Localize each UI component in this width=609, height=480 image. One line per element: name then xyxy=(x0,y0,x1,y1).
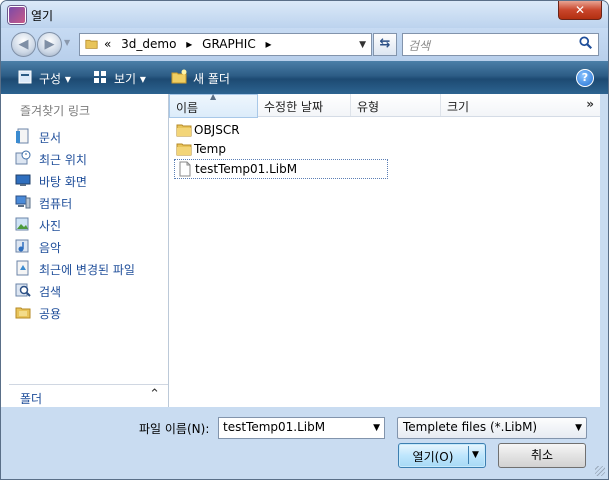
title-bar: 열기 ✕ xyxy=(1,1,608,28)
sidebar-item-recently-changed[interactable]: 최근에 변경된 파일 xyxy=(15,259,165,277)
chevron-up-icon: ⌃ xyxy=(149,387,160,402)
search-input[interactable]: 검색 xyxy=(402,33,599,56)
dialog-footer: 파일 이름(N): testTemp01.LibM ▼ Templete fil… xyxy=(1,407,608,479)
sidebar-item-label: 바탕 화면 xyxy=(39,175,87,189)
chevron-down-icon: ▼ xyxy=(575,423,582,433)
desktop-icon xyxy=(15,174,31,186)
search-placeholder: 검색 xyxy=(408,39,431,53)
sidebar-item-recent-places[interactable]: 최근 위치 xyxy=(15,149,165,167)
sidebar-item-label: 공용 xyxy=(39,307,62,321)
filename-label: 파일 이름(N): xyxy=(139,422,210,436)
sidebar-item-computer[interactable]: 컴퓨터 xyxy=(15,193,165,211)
cancel-button[interactable]: 취소 xyxy=(498,443,586,468)
address-input[interactable]: « 3d_demo ▸ GRAPHIC ▸ ▼ xyxy=(79,33,372,56)
breadcrumb-separator-icon[interactable]: ▸ xyxy=(186,37,192,51)
file-type-select[interactable]: Templete files (*.LibM) ▼ xyxy=(397,417,587,439)
more-columns-icon[interactable]: » xyxy=(586,97,594,111)
computer-icon xyxy=(15,195,31,209)
breadcrumb-overflow[interactable]: « xyxy=(104,37,111,51)
folders-label: 폴더 xyxy=(20,392,43,406)
file-row-objscr[interactable]: OBJSCR xyxy=(174,121,386,139)
open-dialog: 열기 ✕ ◀ ▶ ▼ « 3d_demo ▸ GRAPHIC ▸ ▼ ⇆ 검색 … xyxy=(0,0,609,480)
open-options-dropdown-icon[interactable]: ▼ xyxy=(472,450,479,460)
breadcrumb-3d-demo[interactable]: 3d_demo xyxy=(121,37,176,51)
command-bar: 구성 ▾ 보기 ▾ 새 폴더 ? xyxy=(1,61,608,94)
help-button[interactable]: ? xyxy=(576,69,594,87)
sidebar-item-searches[interactable]: 검색 xyxy=(15,281,165,299)
sidebar-item-documents[interactable]: 문서 xyxy=(15,127,165,145)
sidebar-item-label: 검색 xyxy=(39,285,62,299)
folder-icon xyxy=(176,124,192,137)
folders-toggle[interactable]: 폴더 ⌃ xyxy=(9,384,168,407)
forward-button[interactable]: ▶ xyxy=(37,32,62,57)
organize-button[interactable]: 구성 ▾ xyxy=(39,70,71,87)
file-name: Temp xyxy=(194,142,226,156)
sidebar-item-music[interactable]: 음악 xyxy=(15,237,165,255)
file-type-value: Templete files (*.LibM) xyxy=(403,420,538,434)
views-button[interactable]: 보기 ▾ xyxy=(114,70,146,87)
filename-value: testTemp01.LibM xyxy=(223,420,326,434)
file-icon xyxy=(179,161,191,177)
breadcrumb-graphic[interactable]: GRAPHIC xyxy=(202,37,256,51)
sidebar-item-label: 음악 xyxy=(39,241,62,255)
music-icon xyxy=(15,239,29,253)
search-icon[interactable] xyxy=(579,36,593,50)
sidebar-item-label: 최근 위치 xyxy=(39,153,87,167)
recently-changed-icon xyxy=(16,260,29,276)
folder-icon xyxy=(85,39,98,49)
file-list-pane: ▲ 이름 수정한 날짜 유형 크기 » OBJSCR Temp testTemp… xyxy=(169,92,600,407)
split-divider xyxy=(468,446,469,464)
public-icon xyxy=(15,307,31,319)
navigation-pane: 즐겨찾기 링크 문서 최근 위치 바탕 화면 컴퓨터 사진 음악 최근에 변경된… xyxy=(1,94,168,407)
column-header-size[interactable]: 크기 xyxy=(441,94,574,116)
open-button[interactable]: 열기(O) ▼ xyxy=(398,443,486,468)
chevron-down-icon[interactable]: ▼ xyxy=(373,423,380,433)
documents-icon xyxy=(16,128,29,144)
sidebar-item-label: 최근에 변경된 파일 xyxy=(39,263,135,277)
column-header-date-modified[interactable]: 수정한 날짜 xyxy=(258,94,351,116)
sidebar-item-pictures[interactable]: 사진 xyxy=(15,215,165,233)
file-name: testTemp01.LibM xyxy=(195,162,298,176)
new-folder-button[interactable]: 새 폴더 xyxy=(193,70,230,87)
sidebar-item-label: 컴퓨터 xyxy=(39,197,73,211)
sidebar-item-label: 사진 xyxy=(39,219,62,233)
column-header-row: ▲ 이름 수정한 날짜 유형 크기 » xyxy=(169,92,600,118)
searches-icon xyxy=(15,283,31,297)
sort-ascending-icon: ▲ xyxy=(210,92,217,101)
pictures-icon xyxy=(15,217,29,231)
close-button[interactable]: ✕ xyxy=(558,1,602,20)
sidebar-item-label: 문서 xyxy=(39,131,62,145)
column-header-type[interactable]: 유형 xyxy=(351,94,441,116)
filename-input[interactable]: testTemp01.LibM ▼ xyxy=(218,417,385,439)
back-button[interactable]: ◀ xyxy=(11,32,36,57)
folder-icon xyxy=(176,143,192,156)
file-row-temp[interactable]: Temp xyxy=(174,140,386,158)
breadcrumb: « 3d_demo ▸ GRAPHIC ▸ xyxy=(104,37,278,51)
organize-icon xyxy=(18,70,32,84)
column-header-name[interactable]: ▲ 이름 xyxy=(169,92,258,118)
refresh-button[interactable]: ⇆ xyxy=(373,33,397,56)
window-title: 열기 xyxy=(31,9,54,23)
sidebar-item-public[interactable]: 공용 xyxy=(15,303,165,321)
address-dropdown-icon[interactable]: ▼ xyxy=(359,40,366,50)
resize-grip[interactable] xyxy=(595,466,605,476)
breadcrumb-separator-icon[interactable]: ▸ xyxy=(266,37,272,51)
views-icon xyxy=(94,71,106,83)
app-icon xyxy=(8,6,26,24)
new-folder-icon xyxy=(171,69,187,84)
recent-pages-dropdown-icon[interactable]: ▼ xyxy=(64,38,70,47)
address-bar-area: ◀ ▶ ▼ « 3d_demo ▸ GRAPHIC ▸ ▼ ⇆ 검색 xyxy=(1,28,608,61)
file-row-testtemp01[interactable]: testTemp01.LibM xyxy=(174,159,388,179)
recent-places-icon xyxy=(15,150,31,165)
file-name: OBJSCR xyxy=(194,123,240,137)
sidebar-item-desktop[interactable]: 바탕 화면 xyxy=(15,171,165,189)
favorite-links-header: 즐겨찾기 링크 xyxy=(20,104,91,118)
open-button-label: 열기(O) xyxy=(412,450,454,464)
